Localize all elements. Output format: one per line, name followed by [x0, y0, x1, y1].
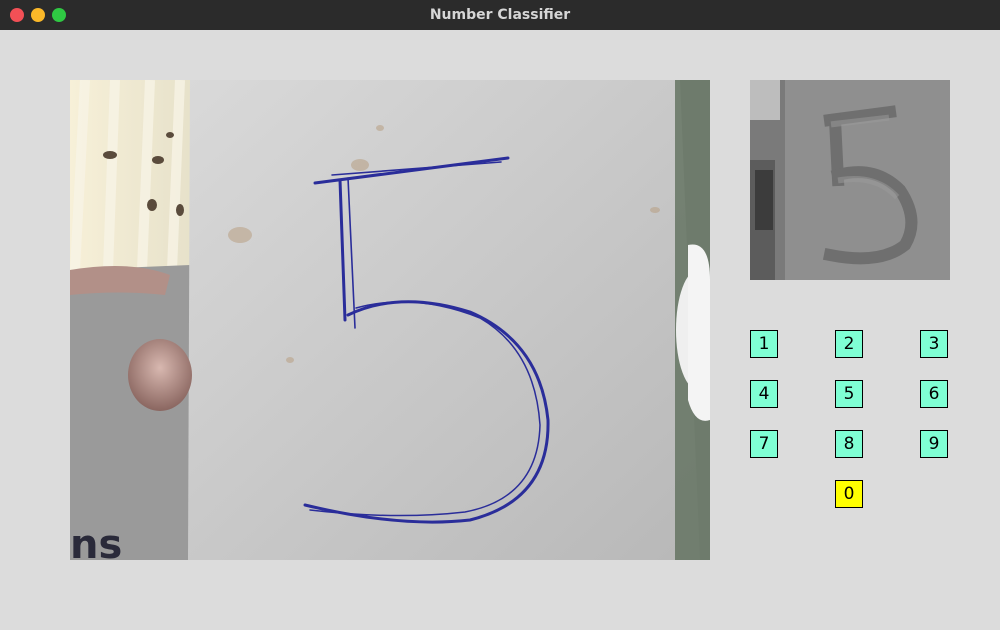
- window-controls: [10, 8, 66, 22]
- title-bar: Number Classifier: [0, 0, 1000, 30]
- digit-button-7[interactable]: 7: [750, 430, 778, 458]
- digit-button-4[interactable]: 4: [750, 380, 778, 408]
- preview-image: [750, 80, 950, 280]
- minimize-window-button[interactable]: [31, 8, 45, 22]
- close-window-button[interactable]: [10, 8, 24, 22]
- digit-button-0[interactable]: 0: [835, 480, 863, 508]
- camera-feed: ns: [70, 80, 710, 560]
- digit-button-3[interactable]: 3: [920, 330, 948, 358]
- digit-button-5[interactable]: 5: [835, 380, 863, 408]
- camera-frame-image: ns: [70, 80, 710, 560]
- preprocessed-preview: [750, 80, 950, 280]
- digit-button-8[interactable]: 8: [835, 430, 863, 458]
- maximize-window-button[interactable]: [52, 8, 66, 22]
- svg-text:ns: ns: [70, 522, 122, 560]
- digit-button-1[interactable]: 1: [750, 330, 778, 358]
- digit-button-2[interactable]: 2: [835, 330, 863, 358]
- window-title: Number Classifier: [429, 7, 571, 23]
- digit-button-6[interactable]: 6: [920, 380, 948, 408]
- digit-button-9[interactable]: 9: [920, 430, 948, 458]
